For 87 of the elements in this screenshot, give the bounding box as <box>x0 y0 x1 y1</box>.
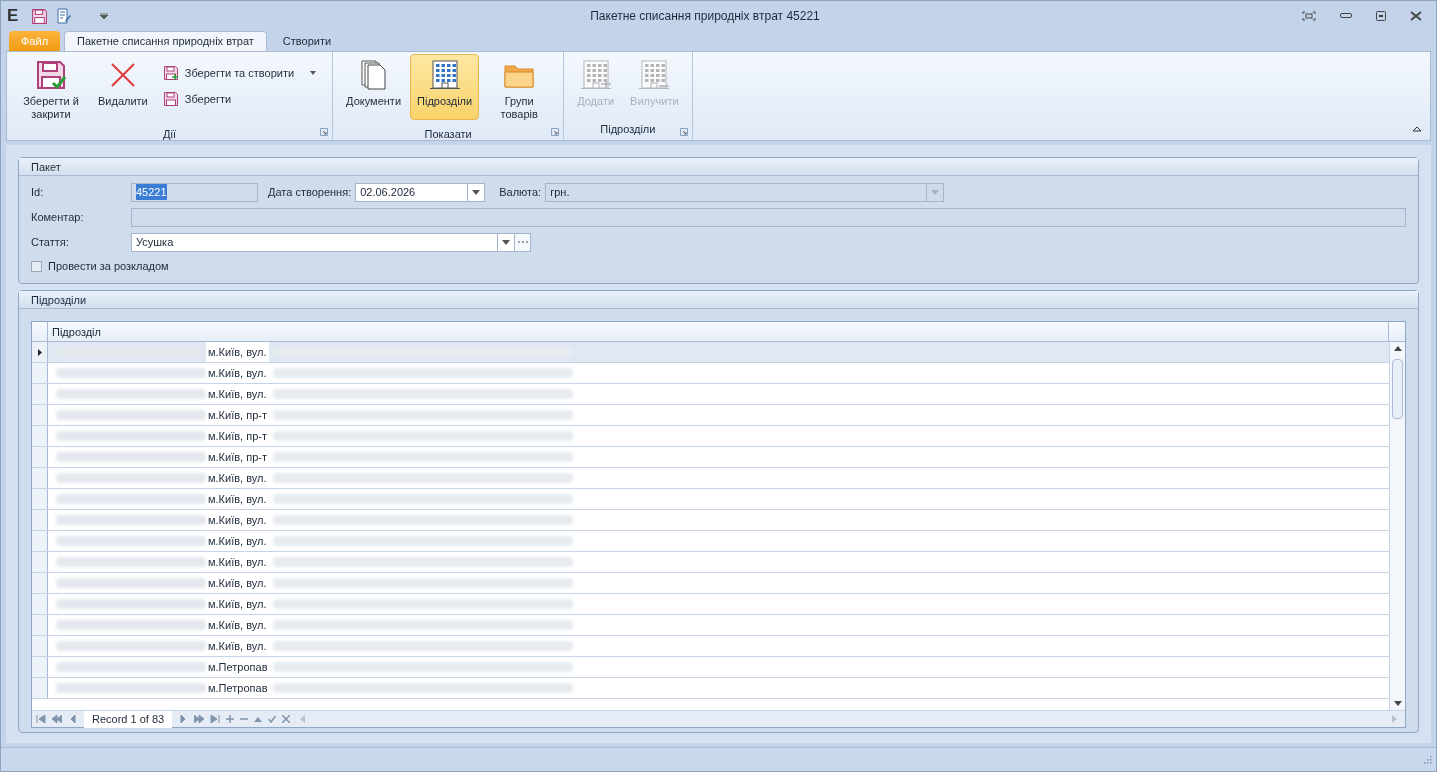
table-row[interactable]: м.Київ, вул. <box>32 489 1389 510</box>
window-title: Пакетне списання природніх втрат 45221 <box>589 8 821 25</box>
table-row[interactable]: м.Петропав <box>32 678 1389 699</box>
app-logo: E <box>7 5 20 28</box>
field-label: Коментар: <box>31 209 85 225</box>
table-row[interactable]: м.Київ, вул. <box>32 636 1389 657</box>
comment-field[interactable] <box>131 207 1406 227</box>
field-label: Валюта: <box>499 184 542 200</box>
table-row[interactable]: м.Київ, вул. <box>32 363 1389 384</box>
record-counter: Record 1 of 83 <box>84 710 173 728</box>
ribbon-button[interactable]: Зберегти <box>160 88 319 110</box>
remove-icon[interactable] <box>240 715 249 723</box>
ribbon-button[interactable]: Підрозділи <box>410 54 480 120</box>
cancel-icon[interactable] <box>282 715 291 723</box>
dialog-launcher-icon[interactable] <box>551 128 560 136</box>
minimize-icon[interactable] <box>1340 13 1352 19</box>
row-indicator-icon <box>37 348 42 356</box>
ribbon-button[interactable]: Групи товарів <box>481 54 558 126</box>
table-row[interactable]: м.Київ, пр-т <box>32 426 1389 447</box>
ribbon-group-title: Показати <box>424 127 472 142</box>
checkbox[interactable] <box>31 260 42 272</box>
table-row[interactable]: м.Київ, вул. <box>32 552 1389 573</box>
quick-access-caret-icon[interactable] <box>100 13 108 19</box>
article-field[interactable]: Усушка <box>131 232 515 252</box>
table-row[interactable]: м.Київ, вул. <box>32 615 1389 636</box>
ribbon-tab[interactable]: Пакетне списання природніх втрат <box>64 31 267 51</box>
up-icon[interactable] <box>254 716 263 722</box>
check-icon[interactable] <box>268 715 277 723</box>
panel-title: Пакет <box>19 158 1418 176</box>
floppy-check-icon <box>35 59 67 91</box>
field-label: Дата створення: <box>268 184 352 200</box>
scrollbar-thumb[interactable] <box>1392 359 1403 419</box>
table-row[interactable]: м.Петропав <box>32 657 1389 678</box>
dropdown-caret-icon[interactable] <box>310 71 317 75</box>
ribbon-button[interactable]: Зберегти й закрити <box>13 54 89 126</box>
add-icon[interactable] <box>226 715 235 723</box>
table-row[interactable]: м.Київ, вул. <box>32 573 1389 594</box>
ribbon-group-title: Дії <box>163 127 177 142</box>
panel-title: Підрозділи <box>19 291 1418 309</box>
row-indicator[interactable] <box>32 342 48 362</box>
table-row[interactable]: м.Київ, пр-т <box>32 447 1389 468</box>
id-field[interactable]: 45221 <box>131 182 258 202</box>
building-minus-icon <box>638 59 671 91</box>
ribbon-group-title: Підрозділи <box>600 122 656 137</box>
table-row[interactable]: м.Київ, вул. <box>32 510 1389 531</box>
prev-page-record-icon[interactable] <box>52 715 62 723</box>
scroll-left-icon[interactable] <box>300 715 306 723</box>
dialog-launcher-icon[interactable] <box>320 128 329 136</box>
ribbon-tab[interactable]: Створити <box>270 31 344 51</box>
field-label: Стаття: <box>31 234 70 250</box>
resize-grip-icon[interactable] <box>1424 755 1432 764</box>
field-label: Id: <box>31 184 45 200</box>
edit-document-icon[interactable] <box>56 8 72 24</box>
currency-field[interactable]: грн. <box>545 182 945 202</box>
collapse-ribbon-icon[interactable] <box>1412 126 1422 132</box>
ribbon-button[interactable]: Документи <box>339 54 409 120</box>
fullscreen-icon[interactable] <box>1302 11 1316 21</box>
dialog-launcher-icon[interactable] <box>679 128 688 136</box>
table-row[interactable]: м.Київ, вул. <box>32 531 1389 552</box>
dropdown-caret-icon[interactable] <box>472 189 481 195</box>
scroll-right-icon[interactable] <box>1392 715 1397 723</box>
save-button[interactable] <box>31 7 48 25</box>
last-record-icon[interactable] <box>210 715 221 723</box>
date-field[interactable]: 02.06.2026 <box>355 182 486 202</box>
dropdown-caret-icon[interactable] <box>502 239 510 245</box>
table-cell: м.Київ, вул. <box>206 342 269 362</box>
scroll-up-icon[interactable] <box>1393 346 1402 351</box>
floppy-icon <box>162 91 179 107</box>
ribbon-button[interactable]: Зберегти та створити <box>160 62 319 84</box>
building-icon <box>428 59 461 91</box>
next-page-record-icon[interactable] <box>194 715 205 723</box>
building-plus-icon <box>579 59 612 91</box>
table-row[interactable]: м.Київ, вул. <box>32 342 1389 363</box>
table-row[interactable]: м.Київ, пр-т <box>32 405 1389 426</box>
table-row[interactable]: м.Київ, вул. <box>32 594 1389 615</box>
maximize-icon[interactable] <box>1376 11 1386 21</box>
first-record-icon[interactable] <box>36 715 46 723</box>
floppy-plus-icon <box>162 65 179 81</box>
close-icon[interactable] <box>1410 11 1422 21</box>
vertical-scrollbar[interactable] <box>1389 342 1405 710</box>
table-row[interactable]: м.Київ, вул. <box>32 384 1389 405</box>
table-row[interactable]: м.Київ, вул. <box>32 468 1389 489</box>
ellipsis-button[interactable] <box>515 232 531 252</box>
ribbon-button[interactable]: Видалити <box>91 54 155 120</box>
scroll-down-icon[interactable] <box>1393 701 1402 706</box>
checkbox-label: Провести за розкладом <box>48 258 169 274</box>
prev-record-icon[interactable] <box>68 715 78 723</box>
